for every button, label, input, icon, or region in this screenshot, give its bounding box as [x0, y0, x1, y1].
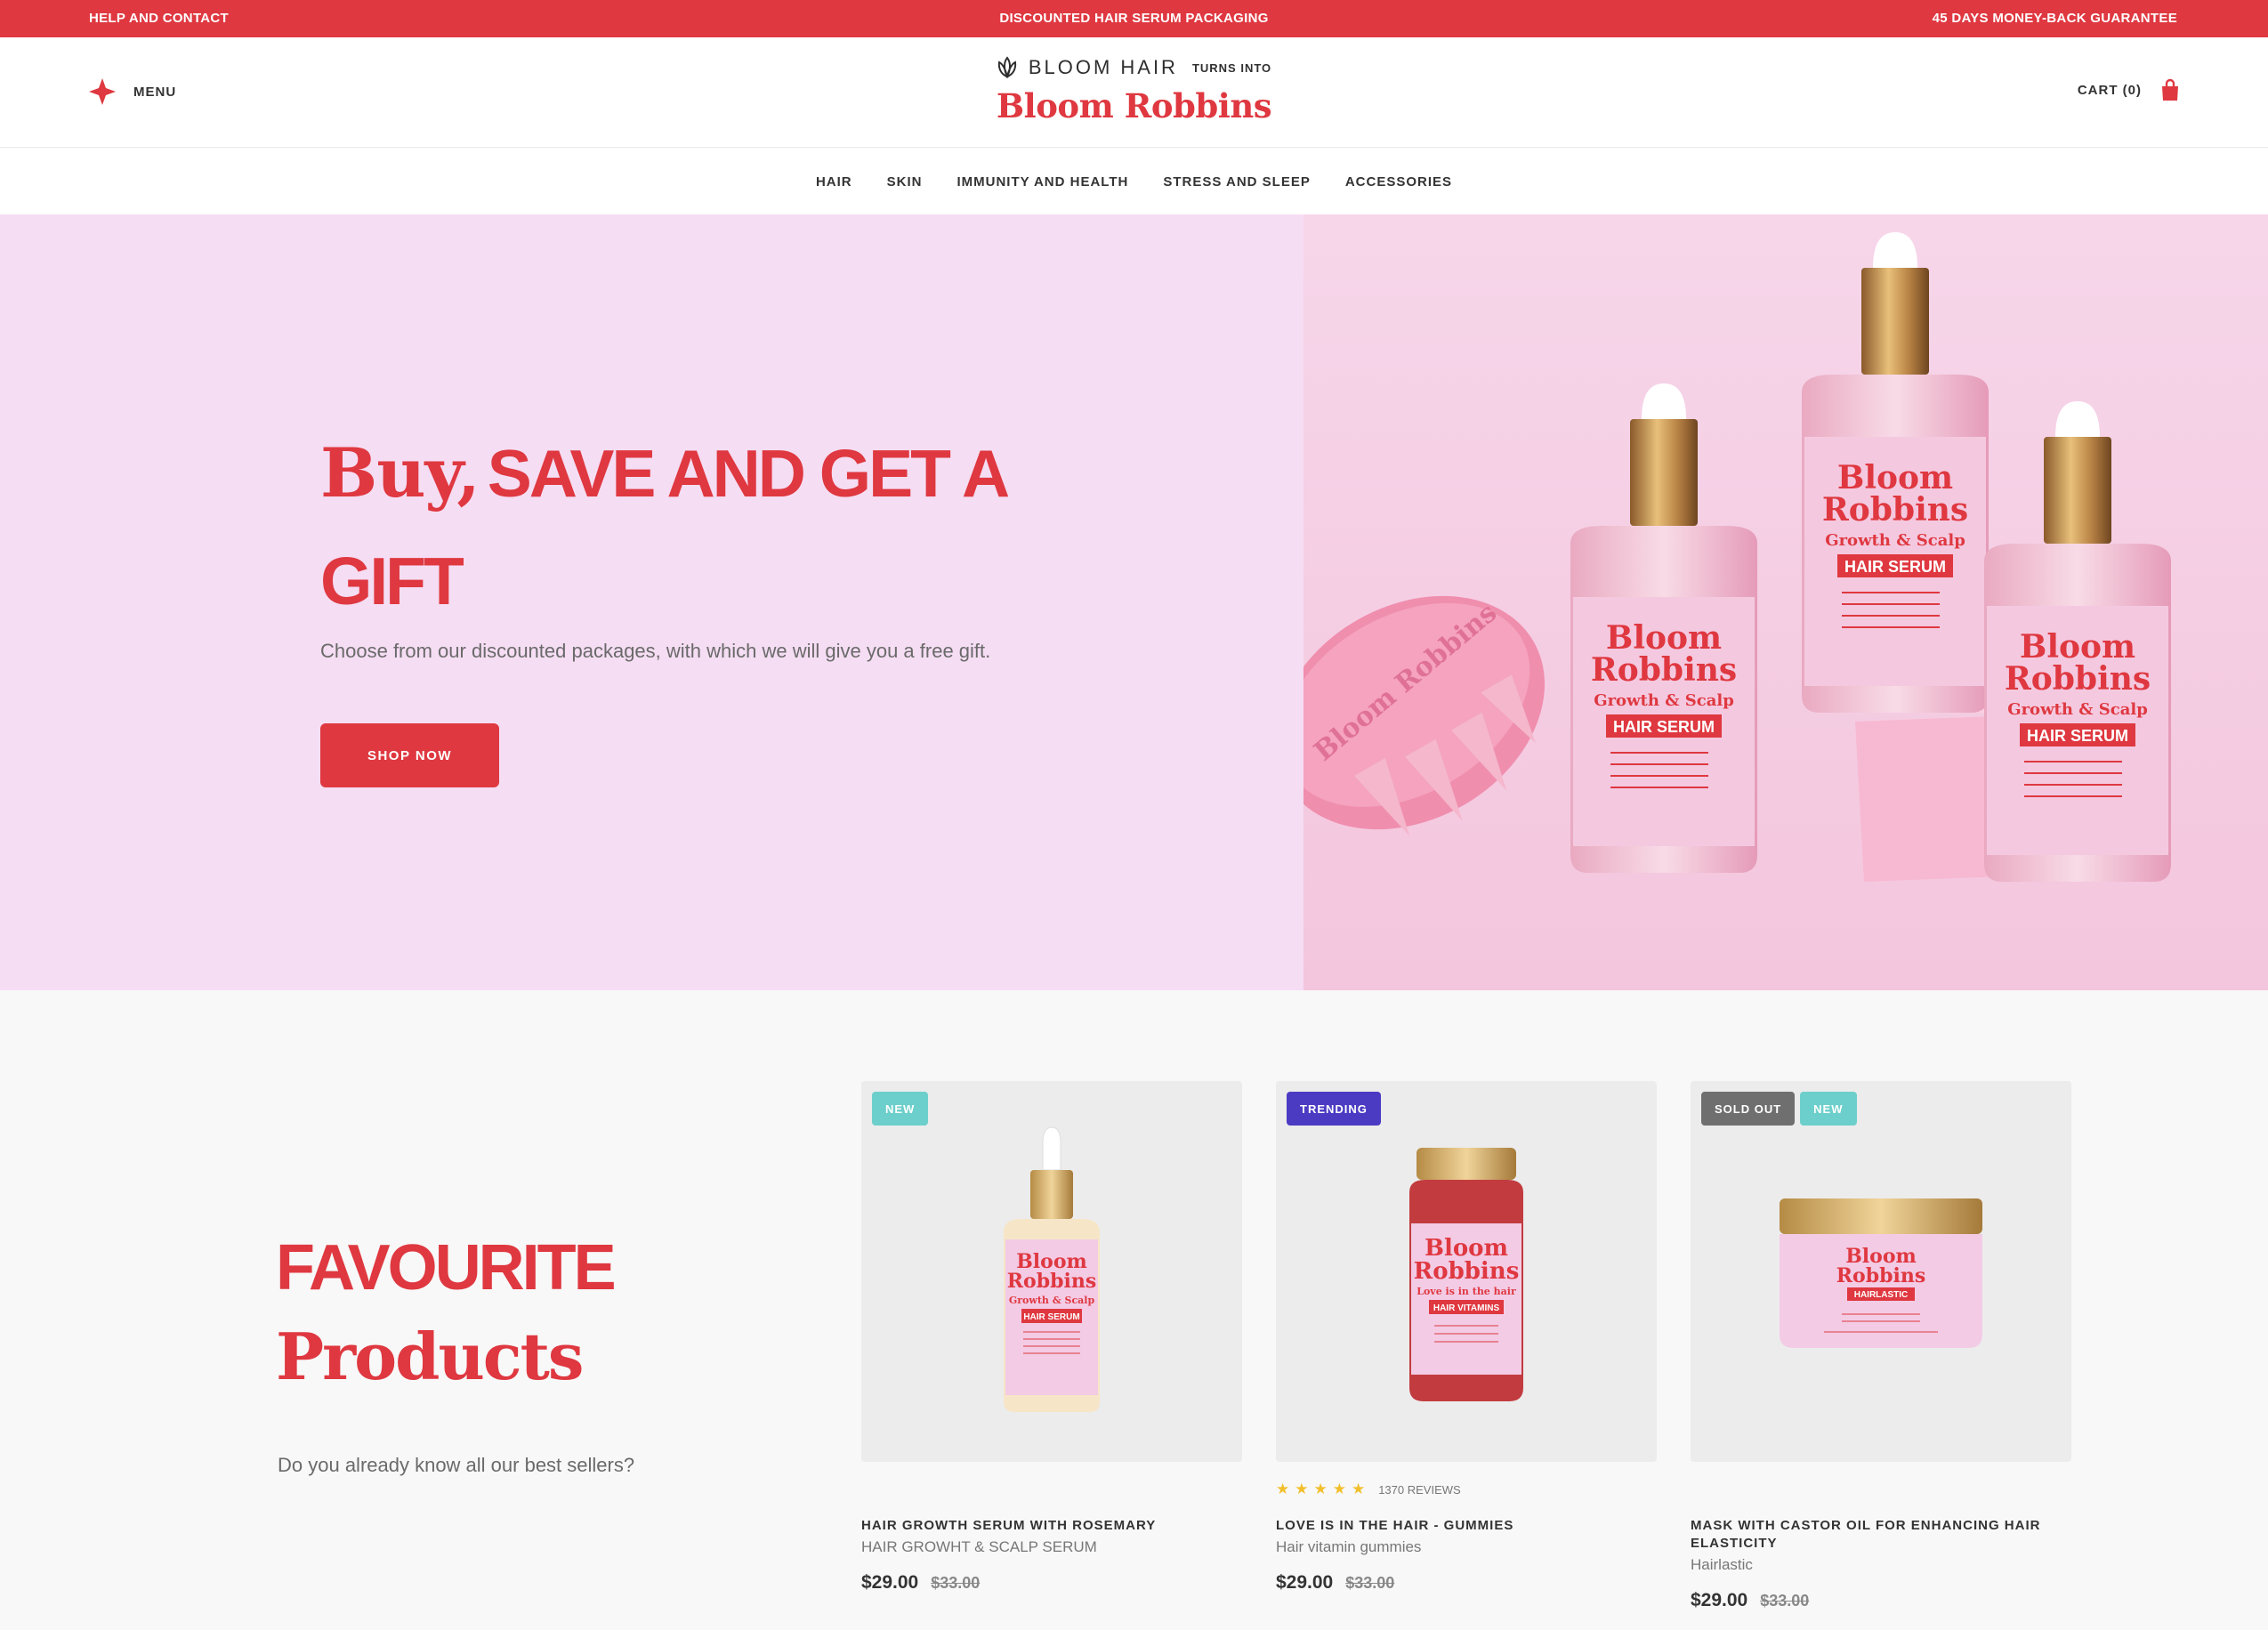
price-current: $29.00 — [1691, 1590, 1748, 1610]
nav-item-immunity[interactable]: IMMUNITY AND HEALTH — [956, 174, 1128, 190]
product-label-brand: Robbins — [1836, 1264, 1925, 1287]
bottle-label-variant: Growth & Scalp — [1594, 691, 1734, 710]
bottle-label-brand: Robbins — [2005, 660, 2151, 698]
price-current: $29.00 — [861, 1572, 919, 1593]
favourites-title-line1: FAVOURITE — [276, 1232, 617, 1303]
serum-bottle-image: Bloom Robbins Growth & Scalp HAIR SERUM — [1004, 1126, 1100, 1412]
price-original: $33.00 — [1345, 1574, 1395, 1592]
product-subtitle: Hair vitamin gummies — [1276, 1538, 1422, 1555]
bottle-label-variant: Growth & Scalp — [2007, 700, 2148, 719]
bag-icon — [2162, 78, 2178, 101]
product-rating[interactable]: ★★★★★ 1370 REVIEWS — [1276, 1480, 1657, 1499]
hero-banner: Buy, SAVE AND GET A GIFT Choose from our… — [0, 214, 2268, 990]
logo-new-brand: Bloom Robbins — [996, 86, 1272, 125]
hero-subtitle: Choose from our discounted packages, wit… — [320, 640, 991, 662]
product-name[interactable]: MASK WITH CASTOR OIL FOR ENHANCING HAIR … — [1691, 1517, 2071, 1553]
product-label-brand: Robbins — [1414, 1258, 1520, 1285]
nav-item-skin[interactable]: SKIN — [887, 174, 923, 190]
product-card[interactable]: NEW Bloom Robbins Growth & Scalp HAIR SE… — [861, 1081, 1242, 1594]
site-header: MENU BLOOM HAIR TURNS INTO Bloom Robbins… — [0, 37, 2268, 148]
announcement-bar: HELP AND CONTACT DISCOUNTED HAIR SERUM P… — [0, 0, 2268, 37]
product-name[interactable]: LOVE IS IN THE HAIR - GUMMIES — [1276, 1517, 1657, 1535]
badge-trending: TRENDING — [1287, 1092, 1381, 1126]
product-rating-empty — [1691, 1480, 2071, 1499]
nav-item-stress-sleep[interactable]: STRESS AND SLEEP — [1163, 174, 1310, 190]
product-label-product: HAIR VITAMINS — [1433, 1303, 1500, 1313]
product-label-brand: Robbins — [1007, 1270, 1096, 1293]
price-original: $33.00 — [1760, 1592, 1810, 1610]
guarantee-message: 45 DAYS MONEY-BACK GUARANTEE — [1932, 11, 2177, 26]
product-label-variant: Love is in the hair — [1416, 1286, 1516, 1297]
star-rating-icon: ★★★★★ — [1276, 1481, 1371, 1497]
product-price: $29.00 $33.00 — [1276, 1572, 1657, 1594]
site-logo[interactable]: BLOOM HAIR TURNS INTO Bloom Robbins — [0, 55, 2268, 125]
hero-title-serif: Buy, — [320, 433, 480, 512]
product-image[interactable]: SOLD OUT NEW Bloom Robbins HAIRLASTIC — [1691, 1081, 2071, 1462]
category-nav: HAIR SKIN IMMUNITY AND HEALTH STRESS AND… — [0, 149, 2268, 214]
price-original: $33.00 — [931, 1574, 981, 1592]
nav-item-hair[interactable]: HAIR — [816, 174, 852, 190]
product-subtitle: Hairlastic — [1691, 1556, 1753, 1573]
flower-logo-icon — [997, 56, 1016, 79]
favourites-title-line2: Products — [276, 1319, 584, 1394]
bottle-label-variant: Growth & Scalp — [1825, 531, 1965, 550]
product-label-variant: Growth & Scalp — [1009, 1295, 1095, 1306]
product-name[interactable]: HAIR GROWTH SERUM WITH ROSEMARY — [861, 1517, 1242, 1535]
logo-old-brand: BLOOM HAIR — [1028, 56, 1178, 78]
nav-item-accessories[interactable]: ACCESSORIES — [1345, 174, 1452, 190]
product-card[interactable]: SOLD OUT NEW Bloom Robbins HAIRLASTIC MA… — [1691, 1081, 2071, 1611]
hero-product-photo: Bloom Robbins Bloom Robbins Growth & Sca… — [1303, 214, 2268, 990]
badge-new: NEW — [1800, 1092, 1857, 1126]
promo-message[interactable]: DISCOUNTED HAIR SERUM PACKAGING — [0, 11, 2268, 26]
gummies-jar-image: Bloom Robbins Love is in the hair HAIR V… — [1409, 1148, 1523, 1401]
favourites-title: FAVOURITE Products — [276, 1228, 617, 1406]
bottle-label-brand: Robbins — [1822, 491, 1968, 529]
product-label-product: HAIR SERUM — [1023, 1312, 1079, 1322]
review-count: 1370 REVIEWS — [1378, 1482, 1461, 1497]
shop-now-button[interactable]: SHOP NOW — [320, 723, 499, 787]
product-card[interactable]: TRENDING Bloom Robbins Love is in the ha… — [1276, 1081, 1657, 1594]
product-image[interactable]: NEW Bloom Robbins Growth & Scalp HAIR SE… — [861, 1081, 1242, 1462]
bottle-label-brand: Robbins — [1591, 651, 1737, 689]
hero-title: Buy, SAVE AND GET A GIFT — [320, 426, 1121, 642]
cart-label: CART (0) — [2077, 82, 2142, 98]
product-price: $29.00 $33.00 — [861, 1572, 1242, 1594]
bottle-label-product: HAIR SERUM — [2027, 727, 2128, 745]
favourites-subtitle: Do you already know all our best sellers… — [278, 1454, 635, 1476]
cart-button[interactable]: CART (0) — [2078, 78, 2179, 101]
bottle-label-product: HAIR SERUM — [1844, 558, 1946, 576]
product-label-product: HAIRLASTIC — [1854, 1290, 1909, 1300]
badge-sold-out: SOLD OUT — [1701, 1092, 1796, 1126]
hair-mask-tub-image: Bloom Robbins HAIRLASTIC — [1780, 1198, 1982, 1348]
product-rating-empty — [861, 1480, 1242, 1499]
price-current: $29.00 — [1276, 1572, 1334, 1593]
product-price: $29.00 $33.00 — [1691, 1590, 2071, 1611]
product-image[interactable]: TRENDING Bloom Robbins Love is in the ha… — [1276, 1081, 1657, 1462]
badge-new: NEW — [872, 1092, 929, 1126]
bottle-label-product: HAIR SERUM — [1613, 718, 1715, 736]
logo-turns-into: TURNS INTO — [1191, 61, 1272, 75]
product-subtitle: HAIR GROWHT & SCALP SERUM — [861, 1538, 1097, 1555]
